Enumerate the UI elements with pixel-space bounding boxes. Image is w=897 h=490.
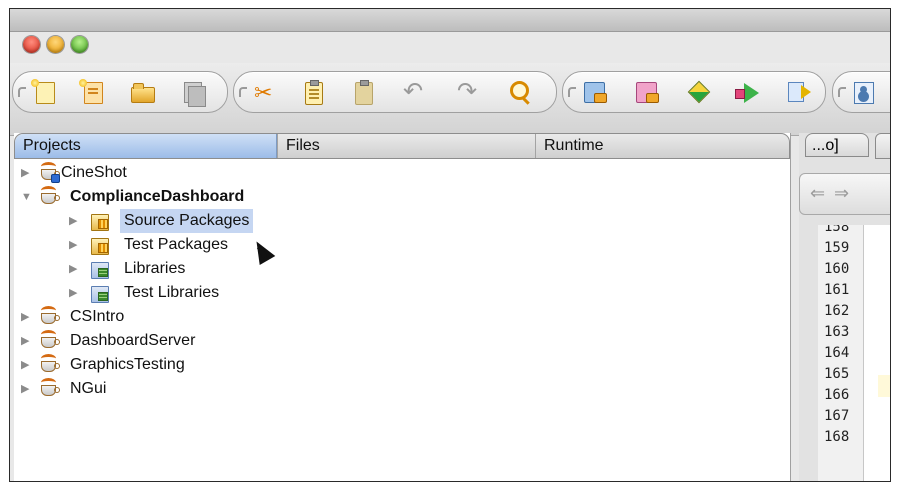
expand-arrow-icon[interactable]: ▶ xyxy=(21,377,31,401)
java-cup-icon xyxy=(41,354,60,372)
tab-runtime[interactable]: Runtime xyxy=(535,134,791,158)
clean-build-icon[interactable] xyxy=(633,79,659,105)
tab-projects[interactable]: Projects xyxy=(15,134,277,158)
zoom-window-button[interactable] xyxy=(71,36,88,53)
project-tree: ▶ CineShot ▼ ComplianceDashboard ▶ Sourc… xyxy=(14,161,790,481)
build-icon[interactable] xyxy=(581,79,607,105)
file-toolbar-group xyxy=(12,71,228,113)
tree-node-label: CineShot xyxy=(61,164,127,181)
expand-arrow-icon[interactable]: ▶ xyxy=(21,161,31,185)
expand-arrow-icon[interactable]: ▶ xyxy=(69,209,79,233)
minimize-window-button[interactable] xyxy=(47,36,64,53)
copy-icon[interactable] xyxy=(300,79,326,105)
line-number: 165 xyxy=(824,366,850,382)
java-cup-icon xyxy=(41,378,60,396)
java-cup-icon xyxy=(41,186,60,204)
tree-node-label: GraphicsTesting xyxy=(70,356,185,373)
toolbar-grip[interactable] xyxy=(838,87,846,97)
main-toolbar: ✂ ↶ ↷ xyxy=(10,63,890,136)
expand-arrow-icon[interactable]: ▶ xyxy=(21,329,31,353)
toolbar-grip[interactable] xyxy=(568,87,576,97)
line-number: 167 xyxy=(824,408,850,424)
line-number: 159 xyxy=(824,240,850,256)
projects-panel: Projects Files Runtime ▶ CineShot ▼ Comp… xyxy=(14,133,791,481)
ide-window: ✂ ↶ ↷ Projects Files Runtime ▶ CineShot … xyxy=(9,8,891,482)
line-number: 166 xyxy=(824,387,850,403)
debug-icon[interactable] xyxy=(685,79,711,105)
editor-tab-overflow[interactable] xyxy=(875,133,890,159)
edit-toolbar-group: ✂ ↶ ↷ xyxy=(233,71,557,113)
source-package-icon xyxy=(91,238,109,255)
paste-icon[interactable] xyxy=(350,79,376,105)
run-toolbar-group xyxy=(562,71,826,113)
tree-node-label: Test Packages xyxy=(124,236,229,253)
line-number-gutter: 158 159 160 161 162 163 164 165 166 167 … xyxy=(818,225,864,481)
open-project-icon[interactable] xyxy=(129,79,155,105)
library-icon xyxy=(91,286,109,303)
find-icon[interactable] xyxy=(506,79,532,105)
redo-icon[interactable]: ↷ xyxy=(454,79,480,105)
source-package-icon xyxy=(91,214,109,231)
run-icon[interactable] xyxy=(735,79,761,105)
line-number: 158 xyxy=(824,225,850,235)
tree-node-label: Test Libraries xyxy=(124,284,220,301)
editor-area: ...o] ⇐ ⇒ 158 159 160 161 162 163 164 16… xyxy=(799,133,890,481)
badge-icon xyxy=(51,174,60,183)
close-project-icon[interactable] xyxy=(179,79,206,107)
tab-files[interactable]: Files xyxy=(277,134,535,158)
expand-arrow-icon[interactable]: ▶ xyxy=(21,353,31,377)
undo-icon[interactable]: ↶ xyxy=(400,79,426,105)
close-window-button[interactable] xyxy=(23,36,40,53)
expand-arrow-icon[interactable]: ▶ xyxy=(69,281,79,305)
tree-node-label: Libraries xyxy=(124,260,186,277)
step-icon[interactable] xyxy=(785,79,811,105)
tree-node-label: ComplianceDashboard xyxy=(70,188,245,205)
new-file-icon[interactable] xyxy=(31,79,57,105)
line-number: 164 xyxy=(824,345,850,361)
cut-icon[interactable]: ✂ xyxy=(252,79,278,105)
back-arrow-icon[interactable]: ⇐ xyxy=(810,183,825,204)
expand-arrow-icon[interactable]: ▶ xyxy=(69,233,79,257)
line-number: 168 xyxy=(824,429,850,445)
tree-node-label: DashboardServer xyxy=(70,332,196,349)
profile-icon[interactable] xyxy=(851,79,877,105)
new-project-icon[interactable] xyxy=(79,79,105,105)
tree-node-label: Source Packages xyxy=(120,209,254,233)
profile-toolbar-group xyxy=(832,71,890,113)
java-cup-icon xyxy=(41,306,60,324)
editor-tab[interactable]: ...o] xyxy=(805,133,869,157)
collapse-arrow-icon[interactable]: ▼ xyxy=(21,185,32,209)
tree-node-label: NGui xyxy=(70,380,107,397)
line-number: 161 xyxy=(824,282,850,298)
java-cup-icon xyxy=(41,330,60,348)
line-number: 160 xyxy=(824,261,850,277)
panel-tab-bar: Projects Files Runtime xyxy=(14,133,790,159)
tree-node-label: CSIntro xyxy=(70,308,125,325)
title-bar xyxy=(10,9,890,32)
toolbar-grip[interactable] xyxy=(239,87,247,97)
line-number: 162 xyxy=(824,303,850,319)
toolbar-grip[interactable] xyxy=(18,87,26,97)
library-icon xyxy=(91,262,109,279)
expand-arrow-icon[interactable]: ▶ xyxy=(69,257,79,281)
code-editor[interactable] xyxy=(864,225,890,481)
line-number: 163 xyxy=(824,324,850,340)
forward-arrow-icon[interactable]: ⇒ xyxy=(834,183,849,204)
navigation-bar: ⇐ ⇒ xyxy=(799,173,890,215)
expand-arrow-icon[interactable]: ▶ xyxy=(21,305,31,329)
